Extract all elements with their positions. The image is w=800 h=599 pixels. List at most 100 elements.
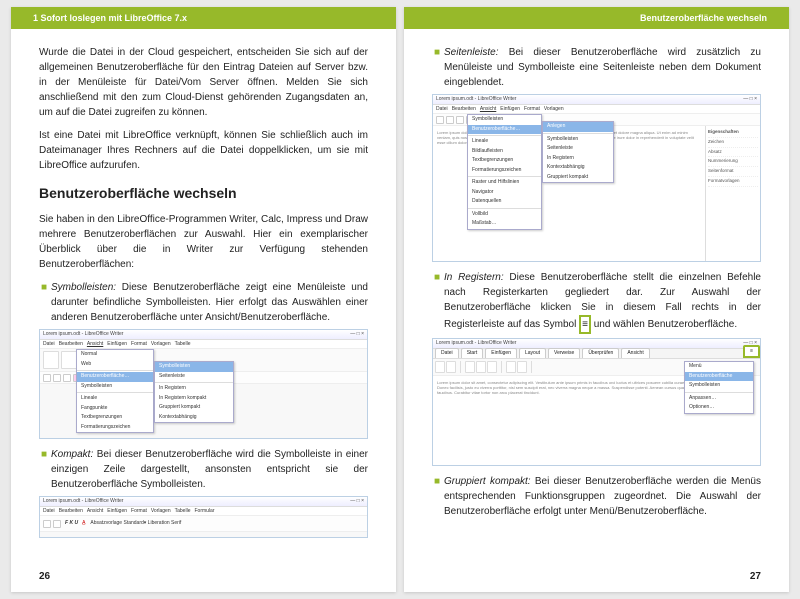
dropdown-item[interactable]: Symbolleisten (685, 381, 753, 391)
dropdown-item[interactable]: Fangpunkte (77, 404, 153, 414)
tab[interactable]: Verweise (548, 348, 580, 359)
menu-item[interactable]: Datei (436, 106, 448, 112)
dropdown-item[interactable]: Raster und Hilfslinien (468, 178, 541, 188)
menu-item[interactable]: Format (524, 106, 540, 112)
dropdown-item[interactable]: Navigator (468, 188, 541, 198)
toolbar-button[interactable] (436, 116, 444, 124)
ribbon-button[interactable] (476, 361, 486, 373)
sidebar-title: Eigenschaften (708, 128, 758, 138)
style-selector[interactable]: Absatzvorlage Standard▾ Liberation Serif (90, 520, 181, 528)
dropdown-item[interactable]: In Registern (543, 154, 613, 164)
dropdown-item[interactable]: Formatierungszeichen (468, 166, 541, 176)
view-menu-dropdown[interactable]: Symbolleisten Benutzeroberfläche… Lineal… (467, 114, 542, 230)
dropdown-item[interactable]: Benutzeroberfläche (685, 372, 753, 382)
tab[interactable]: Einfügen (485, 348, 517, 359)
dropdown-item[interactable]: Gruppiert kompakt (155, 403, 233, 413)
hamburger-dropdown[interactable]: Menü Benutzeroberfläche Symbolleisten An… (684, 361, 754, 414)
menu-item[interactable]: Ansicht (480, 106, 496, 112)
toolbar-button[interactable] (43, 351, 59, 369)
dropdown-item[interactable]: Gruppiert kompakt (543, 173, 613, 183)
dropdown-item[interactable]: Textbegrenzungen (77, 413, 153, 423)
dropdown-item[interactable]: Seitenleiste (543, 144, 613, 154)
tab[interactable]: Datei (435, 348, 459, 359)
toolbar-button[interactable] (43, 374, 51, 382)
ribbon-button[interactable] (506, 361, 516, 373)
header-bar-right: Benutzeroberfläche wechseln (404, 7, 789, 29)
sidebar-item[interactable]: Formatvorlagen (708, 177, 758, 187)
bullet-marker-icon: ■ (41, 447, 51, 492)
dropdown-item[interactable]: Symbolleisten (543, 135, 613, 145)
right-page: Benutzeroberfläche wechseln ■ Seitenleis… (404, 7, 789, 592)
menu-item[interactable]: Datei (43, 508, 55, 514)
dropdown-item[interactable]: Kontextabhängig (155, 413, 233, 423)
dropdown-item[interactable]: Lineale (77, 394, 153, 404)
tab[interactable]: Start (461, 348, 484, 359)
sidebar-item[interactable]: Absatz (708, 148, 758, 158)
menu-item[interactable]: Einfügen (107, 341, 127, 347)
sidebar-item[interactable]: Zeichen (708, 138, 758, 148)
toolbar-button[interactable] (53, 374, 61, 382)
dropdown-item[interactable]: Seitenleiste (155, 372, 233, 382)
menu-item[interactable]: Ansicht (87, 508, 103, 514)
toolbar-button[interactable] (43, 520, 51, 528)
dropdown-item[interactable]: Datenquellen (468, 197, 541, 207)
window-controls-icon: — □ × (350, 331, 364, 339)
menu-item[interactable]: Vorlagen (151, 341, 171, 347)
tab[interactable]: Ansicht (621, 348, 649, 359)
dropdown-item[interactable]: Vollbild (468, 210, 541, 220)
bullet-gruppiert-kompakt: ■ Gruppiert kompakt: Bei dieser Benutzer… (432, 474, 761, 519)
dropdown-item[interactable]: In Registern kompakt (155, 394, 233, 404)
menu-item[interactable]: Vorlagen (151, 508, 171, 514)
ribbon-button[interactable] (446, 361, 456, 373)
dropdown-item[interactable]: Benutzeroberfläche… (77, 372, 153, 382)
tab[interactable]: Überprüfen (582, 348, 619, 359)
dropdown-item[interactable]: Bildlaufleisten (468, 147, 541, 157)
menu-item[interactable]: Format (131, 341, 147, 347)
toolbar-button[interactable] (63, 374, 71, 382)
dropdown-item[interactable]: Optionen… (685, 403, 753, 413)
dropdown-item[interactable]: Symbolleisten (468, 115, 541, 125)
dropdown-item[interactable]: Anlegen (543, 122, 613, 132)
menu-item[interactable]: Format (131, 508, 147, 514)
dropdown-item[interactable]: Textbegrenzungen (468, 156, 541, 166)
ribbon-button[interactable] (517, 361, 527, 373)
tab[interactable]: Layout (519, 348, 546, 359)
menu-item[interactable]: Tabelle (175, 508, 191, 514)
ribbon-button[interactable] (435, 361, 445, 373)
dropdown-item[interactable]: Symbolleisten (77, 382, 153, 392)
ui-submenu-dropdown[interactable]: Anlegen Symbolleisten Seitenleiste In Re… (542, 121, 614, 183)
dropdown-item[interactable]: Anpassen… (685, 394, 753, 404)
dropdown-item[interactable]: Maßstab… (468, 219, 541, 229)
ui-submenu-dropdown[interactable]: Symbolleisten Seitenleiste In Registern … (154, 361, 234, 423)
toolbar-button[interactable] (446, 116, 454, 124)
hamburger-icon[interactable]: ≡ (743, 345, 760, 359)
menu-item[interactable]: Datei (43, 341, 55, 347)
toolbar-button[interactable] (61, 351, 77, 369)
sidebar-item[interactable]: Nummerierung (708, 157, 758, 167)
menu-item[interactable]: Bearbeiten (59, 508, 83, 514)
menu-item[interactable]: Bearbeiten (59, 341, 83, 347)
dropdown-item[interactable]: Symbolleisten (155, 362, 233, 372)
menu-item[interactable]: Einfügen (107, 508, 127, 514)
dropdown-item[interactable]: Web (77, 360, 153, 370)
toolbar-button[interactable] (53, 520, 61, 528)
view-menu-dropdown[interactable]: Normal Web Benutzeroberfläche… Symbollei… (76, 349, 154, 433)
dropdown-item[interactable]: Menü (685, 362, 753, 372)
dropdown-item[interactable]: Normal (77, 350, 153, 360)
dropdown-item[interactable]: Benutzeroberfläche… (468, 125, 541, 135)
ribbon-button[interactable] (487, 361, 497, 373)
dropdown-item[interactable]: Kontextabhängig (543, 163, 613, 173)
dropdown-item[interactable]: In Registern (155, 384, 233, 394)
dropdown-item[interactable]: Formatierungszeichen (77, 423, 153, 433)
sidebar-item[interactable]: Seitenformat (708, 167, 758, 177)
dropdown-item[interactable]: Lineale (468, 137, 541, 147)
toolbar-button[interactable] (456, 116, 464, 124)
page-number-left: 26 (39, 571, 50, 582)
menu-item[interactable]: Einfügen (500, 106, 520, 112)
menu-item[interactable]: Vorlagen (544, 106, 564, 112)
menu-item[interactable]: Ansicht (87, 341, 103, 347)
menu-item[interactable]: Tabelle (175, 341, 191, 347)
menu-item[interactable]: Formular (194, 508, 214, 514)
ribbon-button[interactable] (465, 361, 475, 373)
menu-item[interactable]: Bearbeiten (452, 106, 476, 112)
